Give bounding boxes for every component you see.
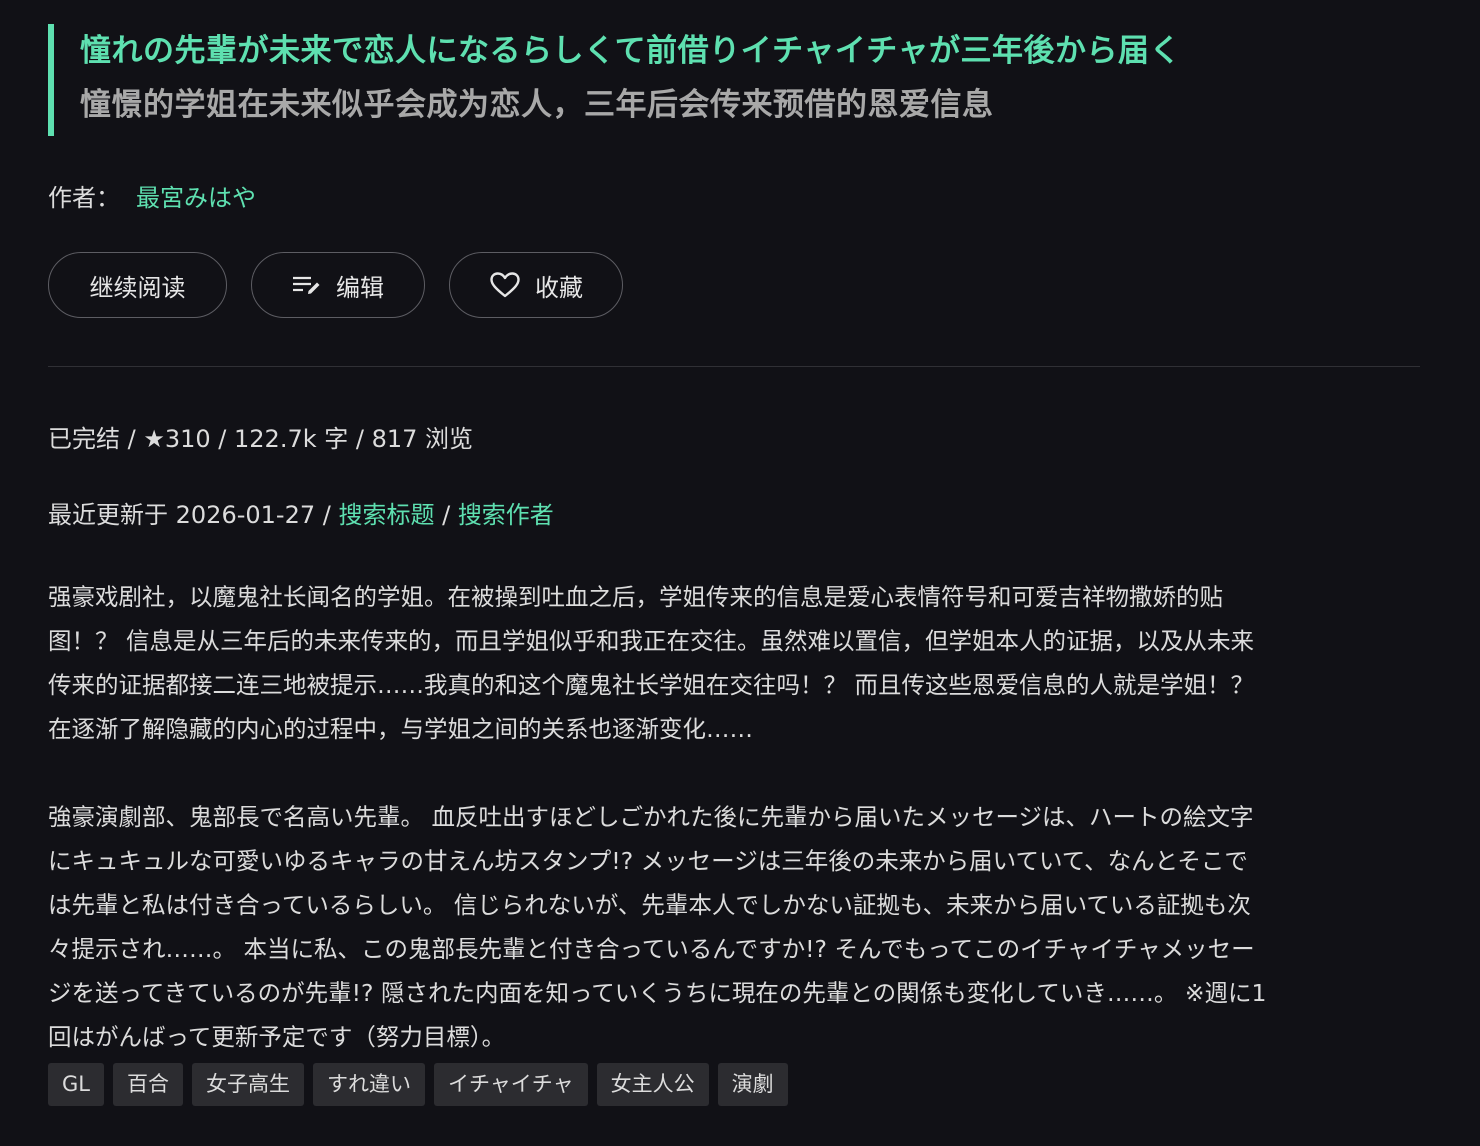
description-line: 传来的证据都接二连三地被提示……我真的和这个魔鬼社长学姐在交往吗！？ 而且传这些… bbox=[48, 671, 1254, 699]
description-line: ジを送ってきているのが先輩!? 隠された内面を知っていくうちに現在の先輩との関係… bbox=[48, 979, 1267, 1007]
favorite-button[interactable]: 收藏 bbox=[449, 252, 623, 318]
tag-chip[interactable]: GL bbox=[48, 1063, 104, 1106]
star-icon: ★ bbox=[143, 425, 165, 453]
search-author-link[interactable]: 搜索作者 bbox=[458, 501, 554, 529]
updated-separator: / bbox=[315, 501, 339, 529]
meta-info: 已完结 / ★310 / 122.7k 字 / 817 浏览 bbox=[48, 423, 1420, 455]
description-line: にキュキュルな可愛いゆるキャラの甘えん坊スタンプ!? メッセージは三年後の未来か… bbox=[48, 847, 1248, 875]
meta-separator: / bbox=[210, 425, 235, 453]
description-line: 在逐渐了解隐藏的内心的过程中，与学姐之间的关系也逐渐变化…… bbox=[48, 715, 753, 743]
description-line: 強豪演劇部、鬼部長で名高い先輩。 血反吐出すほどしごかれた後に先輩から届いたメッ… bbox=[48, 803, 1254, 831]
updated-label: 最近更新于 bbox=[48, 501, 168, 529]
updated-date: 2026-01-27 bbox=[175, 501, 316, 529]
tag-chip[interactable]: 演劇 bbox=[717, 1063, 788, 1106]
status-text: 已完结 bbox=[48, 425, 120, 453]
novel-detail: 憧れの先輩が未来で恋人になるらしくて前借りイチャイチャが三年後から届く 憧憬的学… bbox=[48, 24, 1420, 1106]
tag-list: GL 百合 女子高生 すれ違い イチャイチャ 女主人公 演劇 bbox=[48, 1063, 1420, 1106]
updated-separator: / bbox=[434, 501, 458, 529]
title-block: 憧れの先輩が未来で恋人になるらしくて前借りイチャイチャが三年後から届く 憧憬的学… bbox=[48, 24, 1420, 136]
meta-separator: / bbox=[120, 425, 144, 453]
description: 强豪戏剧社，以魔鬼社长闻名的学姐。在被操到吐血之后，学姐传来的信息是爱心表情符号… bbox=[48, 575, 1420, 1059]
tag-chip[interactable]: 百合 bbox=[112, 1063, 183, 1106]
edit-label: 编辑 bbox=[336, 273, 384, 302]
tag-chip[interactable]: 女子高生 bbox=[191, 1063, 304, 1106]
description-line: 图！？ 信息是从三年后的未来传来的，而且学姐似乎和我正在交往。虽然难以置信，但学… bbox=[48, 627, 1254, 655]
rating-count: 310 bbox=[164, 425, 211, 453]
author-label: 作者： bbox=[48, 184, 120, 212]
author-row: 作者： 最宮みはや bbox=[48, 182, 1420, 214]
description-line: 回はがんばって更新予定です（努力目標）。 bbox=[48, 1023, 506, 1051]
divider bbox=[48, 366, 1420, 367]
edit-list-icon bbox=[292, 273, 322, 297]
author-link[interactable]: 最宮みはや bbox=[136, 182, 256, 214]
word-count: 122.7k 字 bbox=[234, 425, 349, 453]
meta-separator: / bbox=[348, 425, 372, 453]
continue-reading-label: 继续阅读 bbox=[89, 273, 186, 302]
view-count: 817 浏览 bbox=[371, 425, 474, 453]
description-line: 々提示され……。 本当に私、この鬼部長先輩と付き合っているんですか!? そんでも… bbox=[48, 935, 1255, 963]
tag-chip[interactable]: イチャイチャ bbox=[433, 1063, 588, 1106]
action-buttons: 继续阅读 编辑 收藏 bbox=[48, 252, 1420, 318]
description-line: は先輩と私は付き合っているらしい。 信じられないが、先輩本人でしかない証拠も、未… bbox=[48, 891, 1251, 919]
tag-chip[interactable]: 女主人公 bbox=[596, 1063, 709, 1106]
edit-button[interactable]: 编辑 bbox=[251, 252, 425, 318]
title-translated: 憧憬的学姐在未来似乎会成为恋人，三年后会传来预借的恩爱信息 bbox=[80, 87, 994, 123]
updated-row: 最近更新于 2026-01-27 / 搜索标题 / 搜索作者 bbox=[48, 499, 1420, 531]
favorite-label: 收藏 bbox=[535, 273, 583, 302]
heart-icon bbox=[489, 271, 521, 299]
search-title-link[interactable]: 搜索标题 bbox=[338, 501, 434, 529]
continue-reading-button[interactable]: 继续阅读 bbox=[48, 252, 227, 318]
tag-chip[interactable]: すれ違い bbox=[312, 1063, 425, 1106]
title-original: 憧れの先輩が未来で恋人になるらしくて前借りイチャイチャが三年後から届く bbox=[80, 33, 1181, 69]
description-line: 强豪戏剧社，以魔鬼社长闻名的学姐。在被操到吐血之后，学姐传来的信息是爱心表情符号… bbox=[48, 583, 1223, 611]
